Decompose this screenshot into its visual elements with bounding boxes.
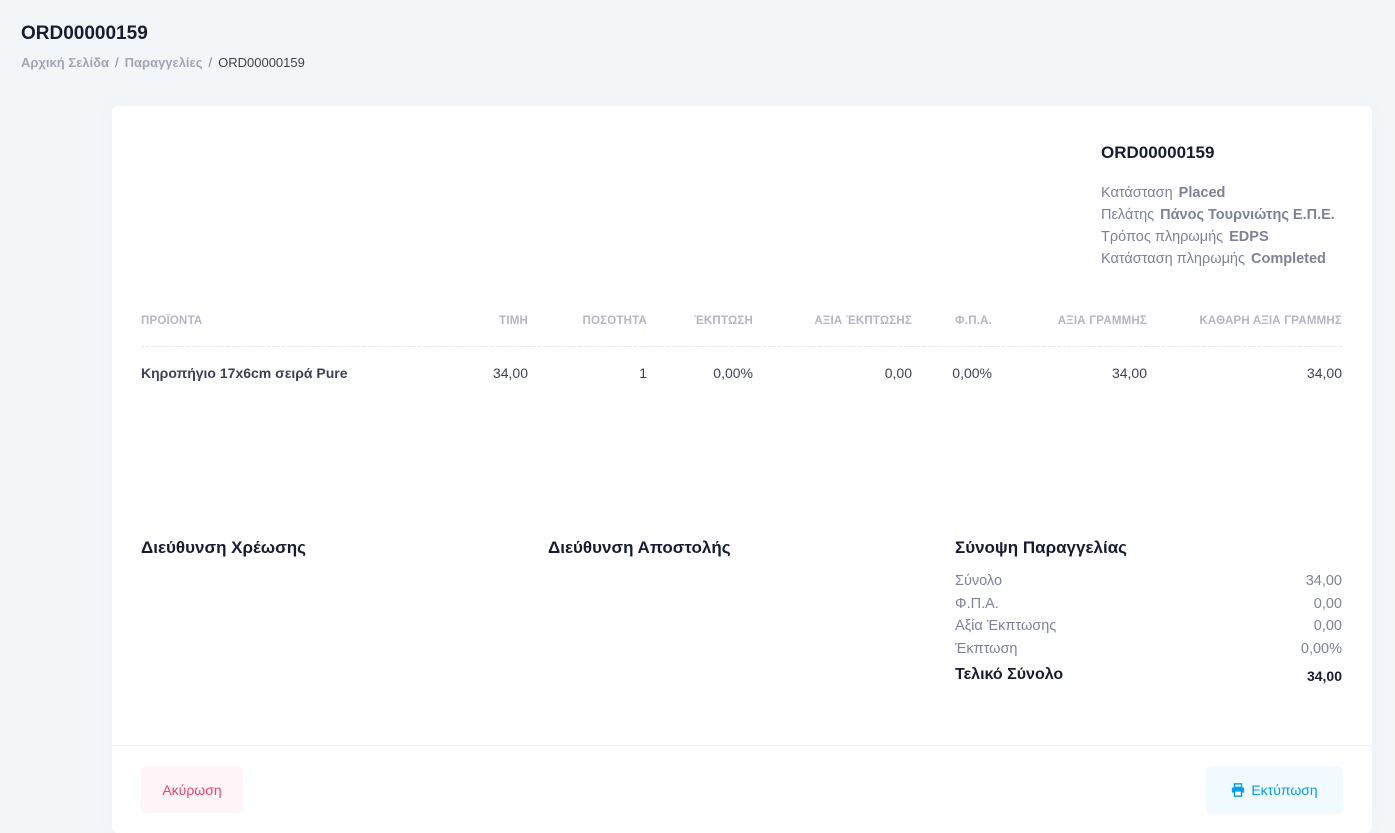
summary-total-label: Τελικό Σύνολο — [955, 666, 1064, 683]
column-header-line-value: ΑΞΙΑ ΓΡΑΜΜΗΣ — [992, 306, 1147, 347]
cell-line-value: 34,00 — [1111, 365, 1147, 381]
column-header-price: ΤΙΜΗ — [431, 306, 528, 347]
payment-method-label: Τρόπος πληρωμής — [1101, 229, 1224, 245]
cell-net-line-value: 34,00 — [1306, 365, 1342, 381]
cell-price: 34,00 — [492, 365, 528, 381]
breadcrumb-orders-link[interactable]: Παραγγελίες — [125, 55, 203, 70]
order-status-label: Κατάσταση — [1101, 185, 1173, 201]
print-button[interactable]: Εκτύπωση — [1206, 766, 1343, 814]
payment-status-row: Κατάσταση πληρωμής Completed — [1101, 248, 1361, 270]
summary-label: Φ.Π.Α. — [955, 595, 999, 612]
column-header-discount: ΈΚΠΤΩΣΗ — [647, 306, 753, 347]
customer-label: Πελάτης — [1101, 207, 1155, 223]
printer-icon — [1231, 783, 1245, 797]
summary-value: 0,00 — [1313, 595, 1342, 612]
table-header-row: ΠΡΟΪΟΝΤΑ ΤΙΜΗ ΠΟΣΟΤΗΤΑ ΈΚΠΤΩΣΗ ΑΞΙΑ ΈΚΠΤ… — [141, 306, 1342, 347]
order-number: ORD00000159 — [1101, 143, 1215, 162]
order-info: ORD00000159 Κατάσταση Placed Πελάτης Πάνος… — [1101, 143, 1361, 270]
payment-status-value: Completed — [1250, 251, 1326, 267]
cell-discount: 0,00% — [713, 365, 753, 381]
shipping-address-title: Διεύθυνση Αποστολής — [548, 538, 731, 557]
customer-value: Πάνος Τουρνιώτης Ε.Π.Ε. — [1160, 207, 1335, 223]
cell-vat: 0,00% — [952, 365, 992, 381]
breadcrumb-current: ORD00000159 — [218, 55, 305, 70]
summary-value: 34,00 — [1305, 573, 1342, 589]
order-summary: Σύνοψη Παραγγελίας Σύνολο 34,00 Φ.Π.Α. 0… — [955, 538, 1342, 684]
billing-address-title: Διεύθυνση Χρέωσης — [141, 538, 306, 557]
table-row: Κηροπήγιο 17x6cm σειρά Pure 34,00 1 0,00… — [141, 347, 1342, 400]
summary-row-discount-value: Αξία Έκπτωσης 0,00 — [955, 615, 1342, 638]
summary-label: Σύνολο — [955, 573, 1003, 589]
breadcrumb-home-link[interactable]: Αρχική Σελίδα — [21, 55, 109, 70]
page-title: ORD00000159 — [21, 23, 148, 44]
order-card: ORD00000159 Κατάσταση Placed Πελάτης Πάνος… — [112, 106, 1372, 833]
summary-total-value: 34,00 — [1306, 668, 1342, 684]
column-header-net-line-value: ΚΑΘΑΡΗ ΑΞΙΑ ΓΡΑΜΜΗΣ — [1147, 306, 1342, 347]
breadcrumb: Αρχική Σελίδα / Παραγγελίες / ORD0000015… — [21, 55, 305, 70]
print-button-label: Εκτύπωση — [1251, 782, 1318, 798]
cell-product: Κηροπήγιο 17x6cm σειρά Pure — [141, 365, 348, 381]
order-status-row: Κατάσταση Placed — [1101, 182, 1361, 204]
column-header-quantity: ΠΟΣΟΤΗΤΑ — [528, 306, 647, 347]
summary-label: Αξία Έκπτωσης — [955, 618, 1057, 634]
payment-method-value: EDPS — [1229, 229, 1269, 245]
column-header-vat: Φ.Π.Α. — [912, 306, 992, 347]
summary-row-discount: Έκπτωση 0,00% — [955, 638, 1342, 661]
cell-quantity: 1 — [639, 365, 647, 381]
summary-label: Έκπτωση — [955, 640, 1018, 657]
cancel-button[interactable]: Ακύρωση — [141, 766, 243, 813]
payment-status-label: Κατάσταση πληρωμής — [1101, 251, 1245, 267]
order-status-value: Placed — [1178, 185, 1226, 201]
column-header-products: ΠΡΟΪΟΝΤΑ — [141, 306, 431, 347]
summary-row-vat: Φ.Π.Α. 0,00 — [955, 593, 1342, 616]
column-header-discount-value: ΑΞΙΑ ΈΚΠΤΩΣΗΣ — [753, 306, 912, 347]
order-summary-title: Σύνοψη Παραγγελίας — [955, 538, 1127, 557]
customer-row: Πελάτης Πάνος Τουρνιώτης Ε.Π.Ε. — [1101, 204, 1361, 226]
breadcrumb-separator: / — [115, 55, 119, 70]
cell-discount-value: 0,00 — [884, 365, 912, 381]
summary-row-subtotal: Σύνολο 34,00 — [955, 570, 1342, 593]
card-footer: Ακύρωση Εκτύπωση — [112, 745, 1372, 833]
payment-method-row: Τρόπος πληρωμής EDPS — [1101, 226, 1361, 248]
summary-value: 0,00% — [1300, 640, 1342, 657]
breadcrumb-separator: / — [208, 55, 213, 70]
summary-total-row: Τελικό Σύνολο 34,00 — [955, 666, 1342, 684]
summary-value: 0,00 — [1313, 618, 1342, 634]
order-items-table: ΠΡΟΪΟΝΤΑ ΤΙΜΗ ΠΟΣΟΤΗΤΑ ΈΚΠΤΩΣΗ ΑΞΙΑ ΈΚΠΤ… — [141, 306, 1342, 399]
